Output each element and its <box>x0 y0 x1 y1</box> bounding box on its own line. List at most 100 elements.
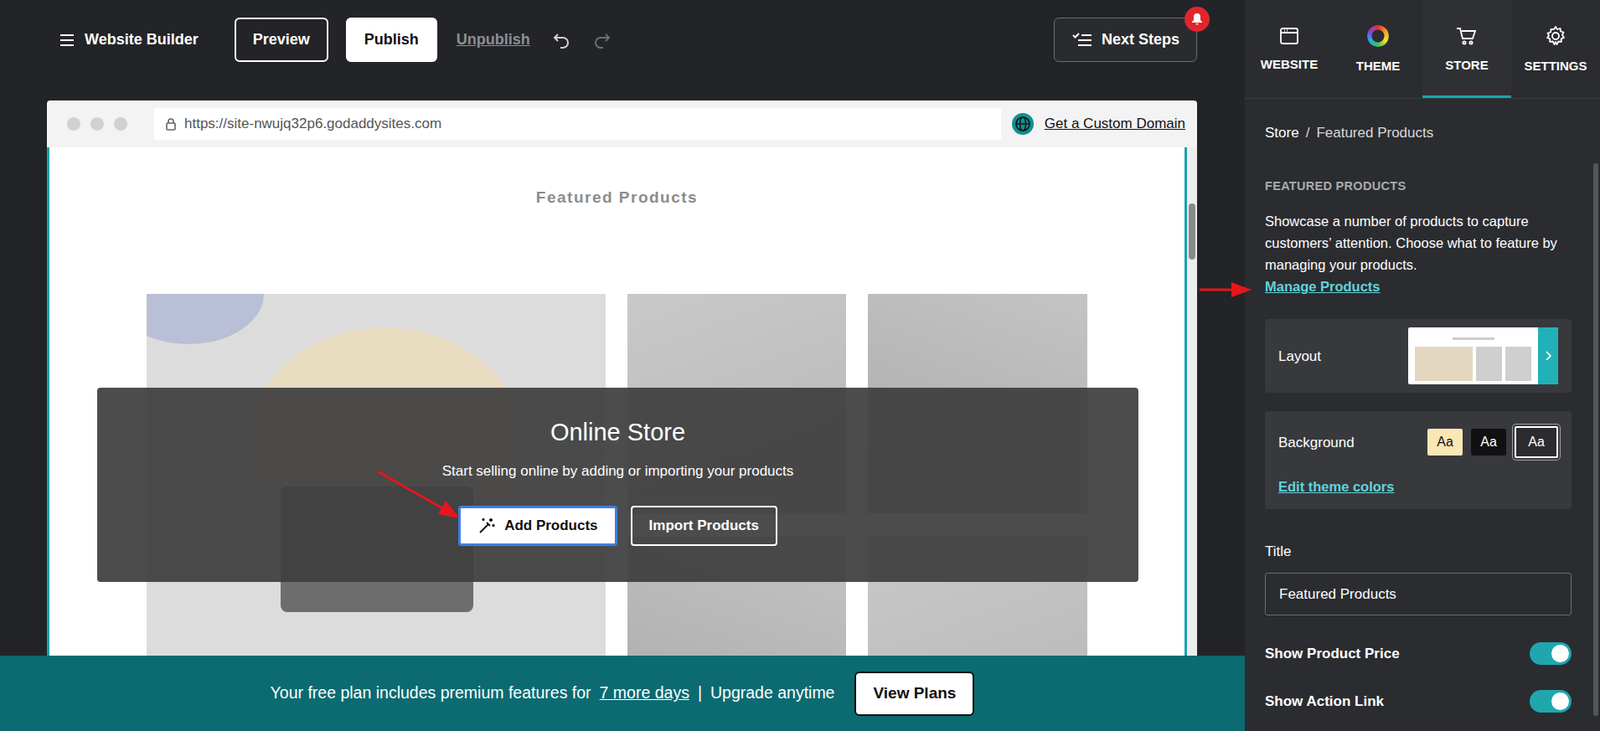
tab-label: SETTINGS <box>1523 56 1587 77</box>
next-steps-button[interactable]: Next Steps <box>1053 17 1198 62</box>
tab-label: THEME <box>1356 56 1401 77</box>
custom-domain-link[interactable]: Get a Custom Domain <box>1044 113 1186 135</box>
toggle-label: Show Product Price <box>1264 643 1400 666</box>
toggle-row: Show Action Link <box>1264 690 1572 713</box>
browser-bar: https://site-nwujq32p6.godaddysites.com G… <box>46 100 1198 149</box>
undo-button[interactable] <box>549 28 573 52</box>
image-shape <box>146 294 264 345</box>
bell-icon <box>1184 6 1210 32</box>
overlay-title: Online Store <box>550 418 686 448</box>
panel-scrollbar[interactable] <box>1593 163 1599 717</box>
toggle-label: Show Action Link <box>1264 691 1384 713</box>
background-swatch[interactable]: Aa <box>1470 428 1507 456</box>
scroll-thumb[interactable] <box>1188 203 1196 260</box>
overlay-text: Start selling online by adding or import… <box>442 460 795 483</box>
import-products-button[interactable]: Import Products <box>630 505 778 547</box>
editor-area: Website Builder Preview Publish Unpublish Ne… <box>0 0 1245 731</box>
background-card: BackgroundAaAaAaEdit theme colors <box>1264 411 1572 510</box>
section-description: Showcase a number of products to capture… <box>1264 210 1572 298</box>
days-link[interactable]: 7 more days <box>599 681 690 706</box>
magic-wand-icon <box>477 516 496 536</box>
tab-label: WEBSITE <box>1260 55 1318 75</box>
add-products-button[interactable]: Add Products <box>458 505 617 547</box>
panel-tab[interactable]: SETTINGS <box>1511 0 1600 99</box>
window-icon <box>1279 26 1300 46</box>
lock-icon <box>165 118 176 131</box>
breadcrumb-item: Featured Products <box>1316 122 1434 145</box>
scrollbar[interactable] <box>1187 147 1198 731</box>
website-builder: Website Builder Preview Publish Unpublish Ne… <box>0 0 1600 731</box>
window-dot <box>67 117 81 131</box>
online-store-overlay: Online Store Start selling online by addi… <box>97 387 1139 583</box>
redo-button <box>590 28 615 52</box>
background-label: Background <box>1278 432 1428 455</box>
window-dot <box>90 117 104 131</box>
toggle-switch[interactable] <box>1529 642 1572 666</box>
panel-body: Store/Featured ProductsFEATURED PRODUCTS… <box>1244 98 1600 713</box>
button-label: Import Products <box>649 515 759 537</box>
breadcrumb-item[interactable]: Store <box>1264 122 1300 145</box>
toggle-row: Show Product Price <box>1264 642 1572 666</box>
store-buttons: Add Products Import Products <box>458 505 778 547</box>
toggle-list: Show Product Price Show Action Link <box>1264 642 1572 713</box>
background-swatch[interactable]: Aa <box>1514 426 1559 459</box>
banner-text: Upgrade anytime <box>710 681 836 706</box>
toggle-knob <box>1551 692 1570 711</box>
next-steps-label: Next Steps <box>1101 28 1180 52</box>
menu-button[interactable]: Website Builder <box>59 28 199 52</box>
preview-row <box>1414 346 1532 382</box>
breadcrumb: Store/Featured Products <box>1264 122 1572 145</box>
hamburger-icon <box>59 33 75 47</box>
chevron-right-icon[interactable] <box>1538 327 1559 385</box>
banner-text: Your free plan includes premium features… <box>270 681 592 706</box>
section-title: Featured Products <box>49 147 1185 211</box>
preview-title-line <box>1452 337 1495 341</box>
title-input[interactable] <box>1264 572 1572 616</box>
settings-panel: WEBSITE THEME STORE SETTINGS Store/Featured … <box>1244 0 1600 731</box>
publish-button[interactable]: Publish <box>345 17 438 62</box>
browser-frame: https://site-nwujq32p6.godaddysites.com G… <box>46 100 1198 731</box>
tab-label: STORE <box>1445 56 1488 76</box>
top-toolbar: Website Builder Preview Publish Unpublish Ne… <box>0 0 1245 101</box>
background-swatch[interactable]: Aa <box>1427 428 1463 456</box>
banner-separator: | <box>697 681 702 706</box>
redo-icon <box>592 30 613 51</box>
panel-tab[interactable]: WEBSITE <box>1244 0 1334 99</box>
panel-tab[interactable]: STORE <box>1422 0 1512 99</box>
annotation-arrows <box>0 0 1600 731</box>
cart-icon <box>1455 25 1478 47</box>
manage-products-link[interactable]: Manage Products <box>1264 278 1381 295</box>
background-swatches: AaAaAa <box>1427 426 1559 459</box>
preview-tile <box>1505 346 1532 382</box>
preview-content <box>1408 327 1539 385</box>
layout-preview <box>1408 327 1559 385</box>
layout-card[interactable]: Layout <box>1264 319 1572 393</box>
undo-icon <box>551 30 572 51</box>
preview-tile <box>1414 346 1473 382</box>
panel-tabs: WEBSITE THEME STORE SETTINGS <box>1244 0 1600 99</box>
globe-icon <box>1011 112 1035 136</box>
checklist-icon <box>1071 30 1094 50</box>
color-wheel-icon <box>1367 25 1389 47</box>
toggle-knob <box>1551 645 1570 663</box>
gear-icon <box>1544 25 1567 47</box>
panel-tab[interactable]: THEME <box>1333 0 1423 99</box>
button-label: Add Products <box>504 515 598 537</box>
edit-theme-colors-link[interactable]: Edit theme colors <box>1278 476 1394 498</box>
breadcrumb-separator: / <box>1305 122 1311 145</box>
description-text: Showcase a number of products to capture… <box>1264 210 1572 276</box>
title-label: Title <box>1264 541 1572 563</box>
unpublish-button[interactable]: Unpublish <box>454 28 532 52</box>
view-plans-button[interactable]: View Plans <box>854 671 975 717</box>
layout-label: Layout <box>1278 345 1409 368</box>
site-content: Featured Products Online Store Start sell… <box>46 147 1198 731</box>
url-text: https://site-nwujq32p6.godaddysites.com <box>184 113 442 135</box>
toggle-switch[interactable] <box>1529 690 1572 713</box>
featured-section[interactable]: Featured Products Online Store Start sell… <box>46 147 1188 731</box>
preview-tile <box>1476 346 1502 382</box>
preview-button[interactable]: Preview <box>234 17 329 62</box>
app-title: Website Builder <box>84 28 199 52</box>
window-dot <box>113 117 128 131</box>
background-row: BackgroundAaAaAa <box>1278 426 1559 459</box>
address-bar: https://site-nwujq32p6.godaddysites.com <box>154 108 1002 140</box>
